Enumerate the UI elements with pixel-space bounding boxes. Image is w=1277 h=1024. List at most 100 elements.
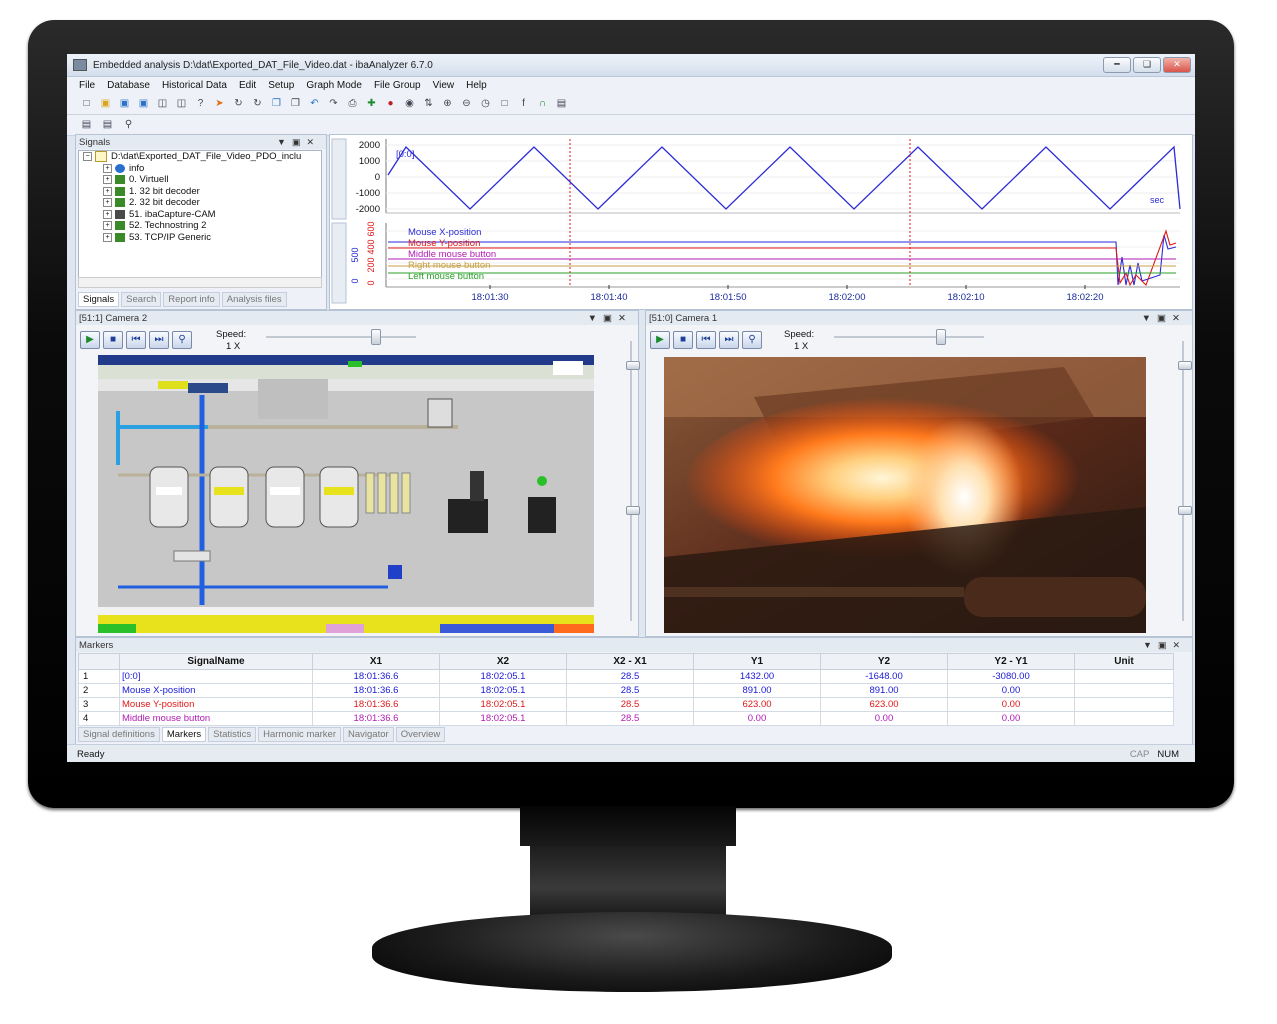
- stop-button[interactable]: ■: [103, 331, 123, 349]
- export-icon[interactable]: ➤: [212, 97, 227, 111]
- new-file-icon[interactable]: □: [79, 97, 94, 111]
- zoom-out-icon[interactable]: ⊖: [459, 97, 474, 111]
- vertical-slider-knob[interactable]: [626, 361, 640, 370]
- panel-controls[interactable]: ▼▣✕: [1143, 640, 1186, 651]
- paste-icon[interactable]: ❐: [288, 97, 303, 111]
- tree-item-decoder-2[interactable]: +2. 32 bit decoder: [79, 197, 321, 209]
- clock-icon[interactable]: ◷: [478, 97, 493, 111]
- vertical-slider[interactable]: [1182, 341, 1184, 621]
- menu-view[interactable]: View: [433, 80, 455, 91]
- print-icon[interactable]: ⎙: [345, 97, 360, 111]
- tab-markers[interactable]: Markers: [161, 727, 207, 742]
- previous-button[interactable]: ⏮: [696, 331, 716, 349]
- menu-file[interactable]: File: [79, 80, 95, 91]
- table-row[interactable]: 2 Mouse X-position 18:01:36.6 18:02:05.1…: [78, 683, 1174, 698]
- vertical-slider-knob[interactable]: [1178, 361, 1192, 370]
- curve-icon[interactable]: ∩: [535, 97, 550, 111]
- minimize-button[interactable]: ━: [1103, 57, 1131, 73]
- menu-historical-data[interactable]: Historical Data: [162, 80, 227, 91]
- folder-icon[interactable]: ▣: [136, 97, 151, 111]
- tab-navigator[interactable]: Navigator: [343, 727, 394, 742]
- panel-controls[interactable]: ▼▣✕: [588, 313, 632, 324]
- zoom-in-icon[interactable]: ⊕: [440, 97, 455, 111]
- tree-item-info[interactable]: + info: [79, 163, 321, 175]
- sync-icon[interactable]: ↻: [250, 97, 265, 111]
- reload-icon[interactable]: ↻: [231, 97, 246, 111]
- legend-mouse-x: Mouse X-position: [408, 227, 481, 238]
- next-button[interactable]: ⏭: [719, 331, 739, 349]
- tab-signals[interactable]: Signals: [78, 292, 120, 307]
- user-icon[interactable]: ●: [383, 97, 398, 111]
- scale-icon[interactable]: ⇅: [421, 97, 436, 111]
- tree-item-technostring[interactable]: +52. Technostring 2: [79, 220, 321, 232]
- vertical-slider-knob[interactable]: [1178, 506, 1192, 515]
- tree-item-ibacapture[interactable]: +51. ibaCapture-CAM: [79, 209, 321, 221]
- zoom-button[interactable]: ⚲: [742, 331, 762, 349]
- add-signal-icon[interactable]: ✚: [364, 97, 379, 111]
- tab-analysis-files[interactable]: Analysis files: [221, 292, 287, 307]
- tab-search[interactable]: Search: [121, 292, 162, 307]
- tree-item-decoder-1[interactable]: +1. 32 bit decoder: [79, 186, 321, 198]
- table-row[interactable]: 1 [0:0] 18:01:36.6 18:02:05.1 28.5 1432.…: [78, 669, 1174, 684]
- play-button[interactable]: ▶: [80, 331, 100, 349]
- column-header[interactable]: X1: [312, 653, 440, 670]
- query-icon[interactable]: ?: [193, 97, 208, 111]
- speed-slider-knob[interactable]: [371, 329, 381, 345]
- close-button[interactable]: ✕: [1163, 57, 1191, 73]
- column-header[interactable]: Unit: [1074, 653, 1174, 670]
- speed-slider[interactable]: [834, 336, 984, 338]
- zoom-button[interactable]: ⚲: [172, 331, 192, 349]
- tree-item-tcpip[interactable]: +53. TCP/IP Generic: [79, 232, 321, 244]
- tree-root[interactable]: − D:\dat\Exported_DAT_File_Video_PDO_incl…: [79, 151, 321, 163]
- color-wheel-icon[interactable]: ◉: [402, 97, 417, 111]
- open-folder-icon[interactable]: ▣: [98, 97, 113, 111]
- play-button[interactable]: ▶: [650, 331, 670, 349]
- copy-icon[interactable]: ❐: [269, 97, 284, 111]
- menu-edit[interactable]: Edit: [239, 80, 256, 91]
- menu-file-group[interactable]: File Group: [374, 80, 421, 91]
- caps-indicator: CAP: [1129, 748, 1150, 760]
- menu-graph-mode[interactable]: Graph Mode: [306, 80, 362, 91]
- column-header[interactable]: Y2: [820, 653, 948, 670]
- camera-icon: [115, 209, 125, 219]
- column-header[interactable]: Y2 - Y1: [947, 653, 1075, 670]
- tab-signal-definitions[interactable]: Signal definitions: [78, 727, 160, 742]
- vertical-slider-knob[interactable]: [626, 506, 640, 515]
- report-icon[interactable]: ▤: [554, 97, 569, 111]
- signal-graph[interactable]: 200010000-1000-2000 [0:0] sec 6004002000…: [330, 135, 1192, 309]
- tab-harmonic-marker[interactable]: Harmonic marker: [258, 727, 342, 742]
- panel-controls[interactable]: ▼▣✕: [277, 137, 320, 148]
- table-row[interactable]: 4 Middle mouse button 18:01:36.6 18:02:0…: [78, 711, 1174, 726]
- column-header[interactable]: X2: [439, 653, 567, 670]
- column-header[interactable]: SignalName: [119, 653, 313, 670]
- redo-icon[interactable]: ↷: [326, 97, 341, 111]
- menu-database[interactable]: Database: [107, 80, 150, 91]
- restore-button[interactable]: ❏: [1133, 57, 1161, 73]
- horizontal-scrollbar[interactable]: [78, 277, 322, 288]
- panel-controls[interactable]: ▼▣✕: [1142, 313, 1186, 324]
- vertical-slider[interactable]: [630, 341, 632, 621]
- open-icon[interactable]: ▣: [117, 97, 132, 111]
- chart-icon[interactable]: □: [497, 97, 512, 111]
- stop-button[interactable]: ■: [673, 331, 693, 349]
- table-row[interactable]: 3 Mouse Y-position 18:01:36.6 18:02:05.1…: [78, 697, 1174, 712]
- document-icon[interactable]: ▤: [79, 118, 94, 132]
- tab-statistics[interactable]: Statistics: [208, 727, 257, 742]
- menu-setup[interactable]: Setup: [268, 80, 294, 91]
- sql-icon[interactable]: ◫: [174, 97, 189, 111]
- menu-help[interactable]: Help: [466, 80, 487, 91]
- tab-overview[interactable]: Overview: [395, 727, 446, 742]
- document-search-icon[interactable]: ▤: [100, 118, 115, 132]
- previous-button[interactable]: ⏮: [126, 331, 146, 349]
- column-header[interactable]: X2 - X1: [566, 653, 694, 670]
- function-icon[interactable]: f: [516, 97, 531, 111]
- column-header[interactable]: Y1: [693, 653, 821, 670]
- speed-slider-knob[interactable]: [936, 329, 946, 345]
- undo-icon[interactable]: ↶: [307, 97, 322, 111]
- tab-report-info[interactable]: Report info: [163, 292, 220, 307]
- speed-slider[interactable]: [266, 336, 416, 338]
- next-button[interactable]: ⏭: [149, 331, 169, 349]
- magnifier-icon[interactable]: ⚲: [121, 118, 136, 132]
- tree-item-virtuell[interactable]: +0. Virtuell: [79, 174, 321, 186]
- database-icon[interactable]: ◫: [155, 97, 170, 111]
